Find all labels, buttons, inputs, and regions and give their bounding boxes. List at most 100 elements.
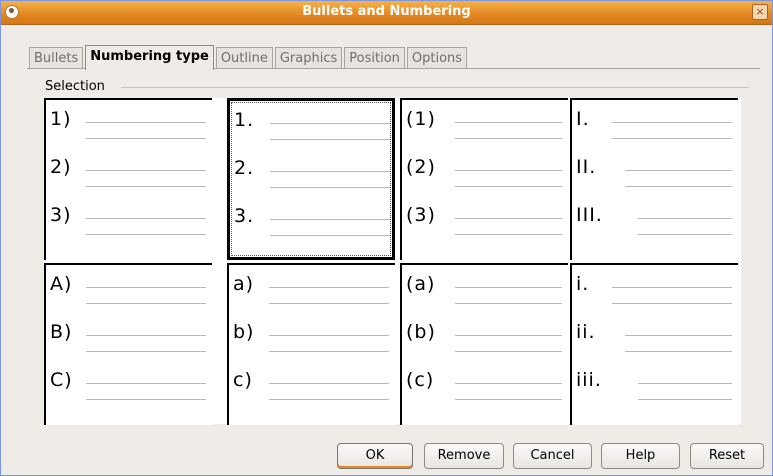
preview-text-line bbox=[86, 218, 206, 219]
preview-text-line bbox=[86, 351, 206, 352]
preview-text-line bbox=[455, 186, 562, 187]
preview-text-line bbox=[455, 170, 562, 171]
numbering-preview-row: c) bbox=[233, 365, 393, 400]
preview-text-line bbox=[269, 335, 389, 336]
reset-button[interactable]: Reset bbox=[690, 443, 764, 469]
close-button[interactable]: × bbox=[752, 4, 768, 20]
preview-text-line bbox=[455, 218, 562, 219]
numbering-style-option[interactable]: 1) 2) 3) bbox=[44, 98, 212, 260]
preview-text-line bbox=[638, 383, 732, 384]
numbering-preview-row: i. bbox=[576, 269, 736, 304]
numbering-style-grid: 1) 2) 3) 1. 2. 3. (1) (2) (3) I. II. III. A) B) C) a) b)… bbox=[44, 98, 741, 425]
numbering-label: B) bbox=[50, 321, 73, 343]
preview-text-line bbox=[269, 399, 389, 400]
numbering-style-option[interactable]: I. II. III. bbox=[570, 98, 738, 260]
tab-bullets[interactable]: Bullets bbox=[29, 47, 84, 69]
numbering-style-option[interactable]: (a) (b) (c) bbox=[400, 263, 568, 425]
preview-text-line bbox=[455, 234, 562, 235]
preview-text-line bbox=[270, 139, 390, 140]
preview-text-line bbox=[455, 399, 562, 400]
numbering-preview-row: (1) bbox=[406, 104, 566, 139]
preview-text-line bbox=[612, 303, 732, 304]
numbering-preview-row: (2) bbox=[406, 152, 566, 187]
numbering-style-option[interactable]: (1) (2) (3) bbox=[400, 98, 568, 260]
numbering-label: (3) bbox=[406, 204, 436, 226]
numbering-label: 2. bbox=[234, 157, 255, 179]
numbering-style-option[interactable]: 1. 2. 3. bbox=[227, 98, 395, 260]
preview-text-line bbox=[269, 351, 389, 352]
tab-options[interactable]: Options bbox=[406, 47, 468, 69]
numbering-preview-row: ii. bbox=[576, 317, 736, 352]
preview-text-line bbox=[455, 335, 562, 336]
numbering-style-option[interactable]: A) B) C) bbox=[44, 263, 212, 425]
dialog-title: Bullets and Numbering bbox=[302, 4, 471, 19]
numbering-label: (a) bbox=[406, 273, 436, 295]
preview-text-line bbox=[269, 383, 389, 384]
preview-text-line bbox=[625, 351, 732, 352]
preview-text-line bbox=[86, 287, 206, 288]
numbering-preview-row: iii. bbox=[576, 365, 736, 400]
numbering-preview-row: 2. bbox=[234, 153, 394, 188]
preview-text-line bbox=[625, 335, 732, 336]
preview-text-line bbox=[455, 383, 562, 384]
tab-graphics[interactable]: Graphics bbox=[274, 47, 343, 69]
preview-text-line bbox=[625, 186, 732, 187]
tab-position[interactable]: Position bbox=[344, 47, 405, 69]
numbering-label: I. bbox=[576, 108, 590, 130]
preview-text-line bbox=[270, 123, 390, 124]
preview-text-line bbox=[625, 170, 732, 171]
numbering-preview-row: (b) bbox=[406, 317, 566, 352]
dialog-button-row: OK Remove Cancel Help Reset bbox=[1, 443, 773, 469]
preview-text-line bbox=[270, 171, 390, 172]
preview-text-line bbox=[455, 287, 562, 288]
numbering-style-option[interactable]: i. ii. iii. bbox=[570, 263, 738, 425]
numbering-label: (1) bbox=[406, 108, 436, 130]
preview-text-line bbox=[638, 234, 732, 235]
numbering-label: 1. bbox=[234, 109, 255, 131]
numbering-label: b) bbox=[233, 321, 255, 343]
preview-text-line bbox=[270, 187, 390, 188]
ok-button[interactable]: OK bbox=[337, 443, 413, 469]
numbering-label: ii. bbox=[576, 321, 596, 343]
numbering-preview-row: I. bbox=[576, 104, 736, 139]
numbering-label: III. bbox=[576, 204, 603, 226]
preview-text-line bbox=[612, 138, 732, 139]
tab-outline[interactable]: Outline bbox=[215, 47, 273, 69]
preview-text-line bbox=[638, 218, 732, 219]
numbering-preview-row: 1. bbox=[234, 105, 394, 140]
preview-text-line bbox=[638, 399, 732, 400]
preview-text-line bbox=[612, 287, 732, 288]
numbering-label: A) bbox=[50, 273, 73, 295]
remove-button[interactable]: Remove bbox=[424, 443, 504, 469]
selection-group-label: Selection bbox=[45, 79, 109, 94]
numbering-preview-row: B) bbox=[50, 317, 210, 352]
preview-text-line bbox=[86, 234, 206, 235]
preview-text-line bbox=[455, 303, 562, 304]
preview-text-line bbox=[270, 235, 390, 236]
numbering-label: 3) bbox=[50, 204, 72, 226]
preview-text-line bbox=[86, 138, 206, 139]
preview-text-line bbox=[269, 303, 389, 304]
tab-numbering-type[interactable]: Numbering type bbox=[85, 45, 214, 70]
preview-text-line bbox=[86, 122, 206, 123]
numbering-label: C) bbox=[50, 369, 73, 391]
numbering-preview-row: III. bbox=[576, 200, 736, 235]
title-bar[interactable]: Bullets and Numbering × bbox=[1, 1, 772, 25]
numbering-label: 3. bbox=[234, 205, 255, 227]
cancel-button[interactable]: Cancel bbox=[513, 443, 592, 469]
numbering-preview-row: (c) bbox=[406, 365, 566, 400]
numbering-preview-row: A) bbox=[50, 269, 210, 304]
preview-text-line bbox=[86, 186, 206, 187]
preview-text-line bbox=[270, 219, 390, 220]
preview-text-line bbox=[86, 399, 206, 400]
numbering-style-option[interactable]: a) b) c) bbox=[227, 263, 395, 425]
numbering-preview-row: 2) bbox=[50, 152, 210, 187]
preview-text-line bbox=[86, 170, 206, 171]
help-button[interactable]: Help bbox=[601, 443, 680, 469]
numbering-label: (2) bbox=[406, 156, 436, 178]
numbering-label: II. bbox=[576, 156, 597, 178]
preview-text-line bbox=[612, 122, 732, 123]
preview-text-line bbox=[455, 138, 562, 139]
selection-group-divider bbox=[121, 87, 749, 88]
numbering-preview-row: II. bbox=[576, 152, 736, 187]
